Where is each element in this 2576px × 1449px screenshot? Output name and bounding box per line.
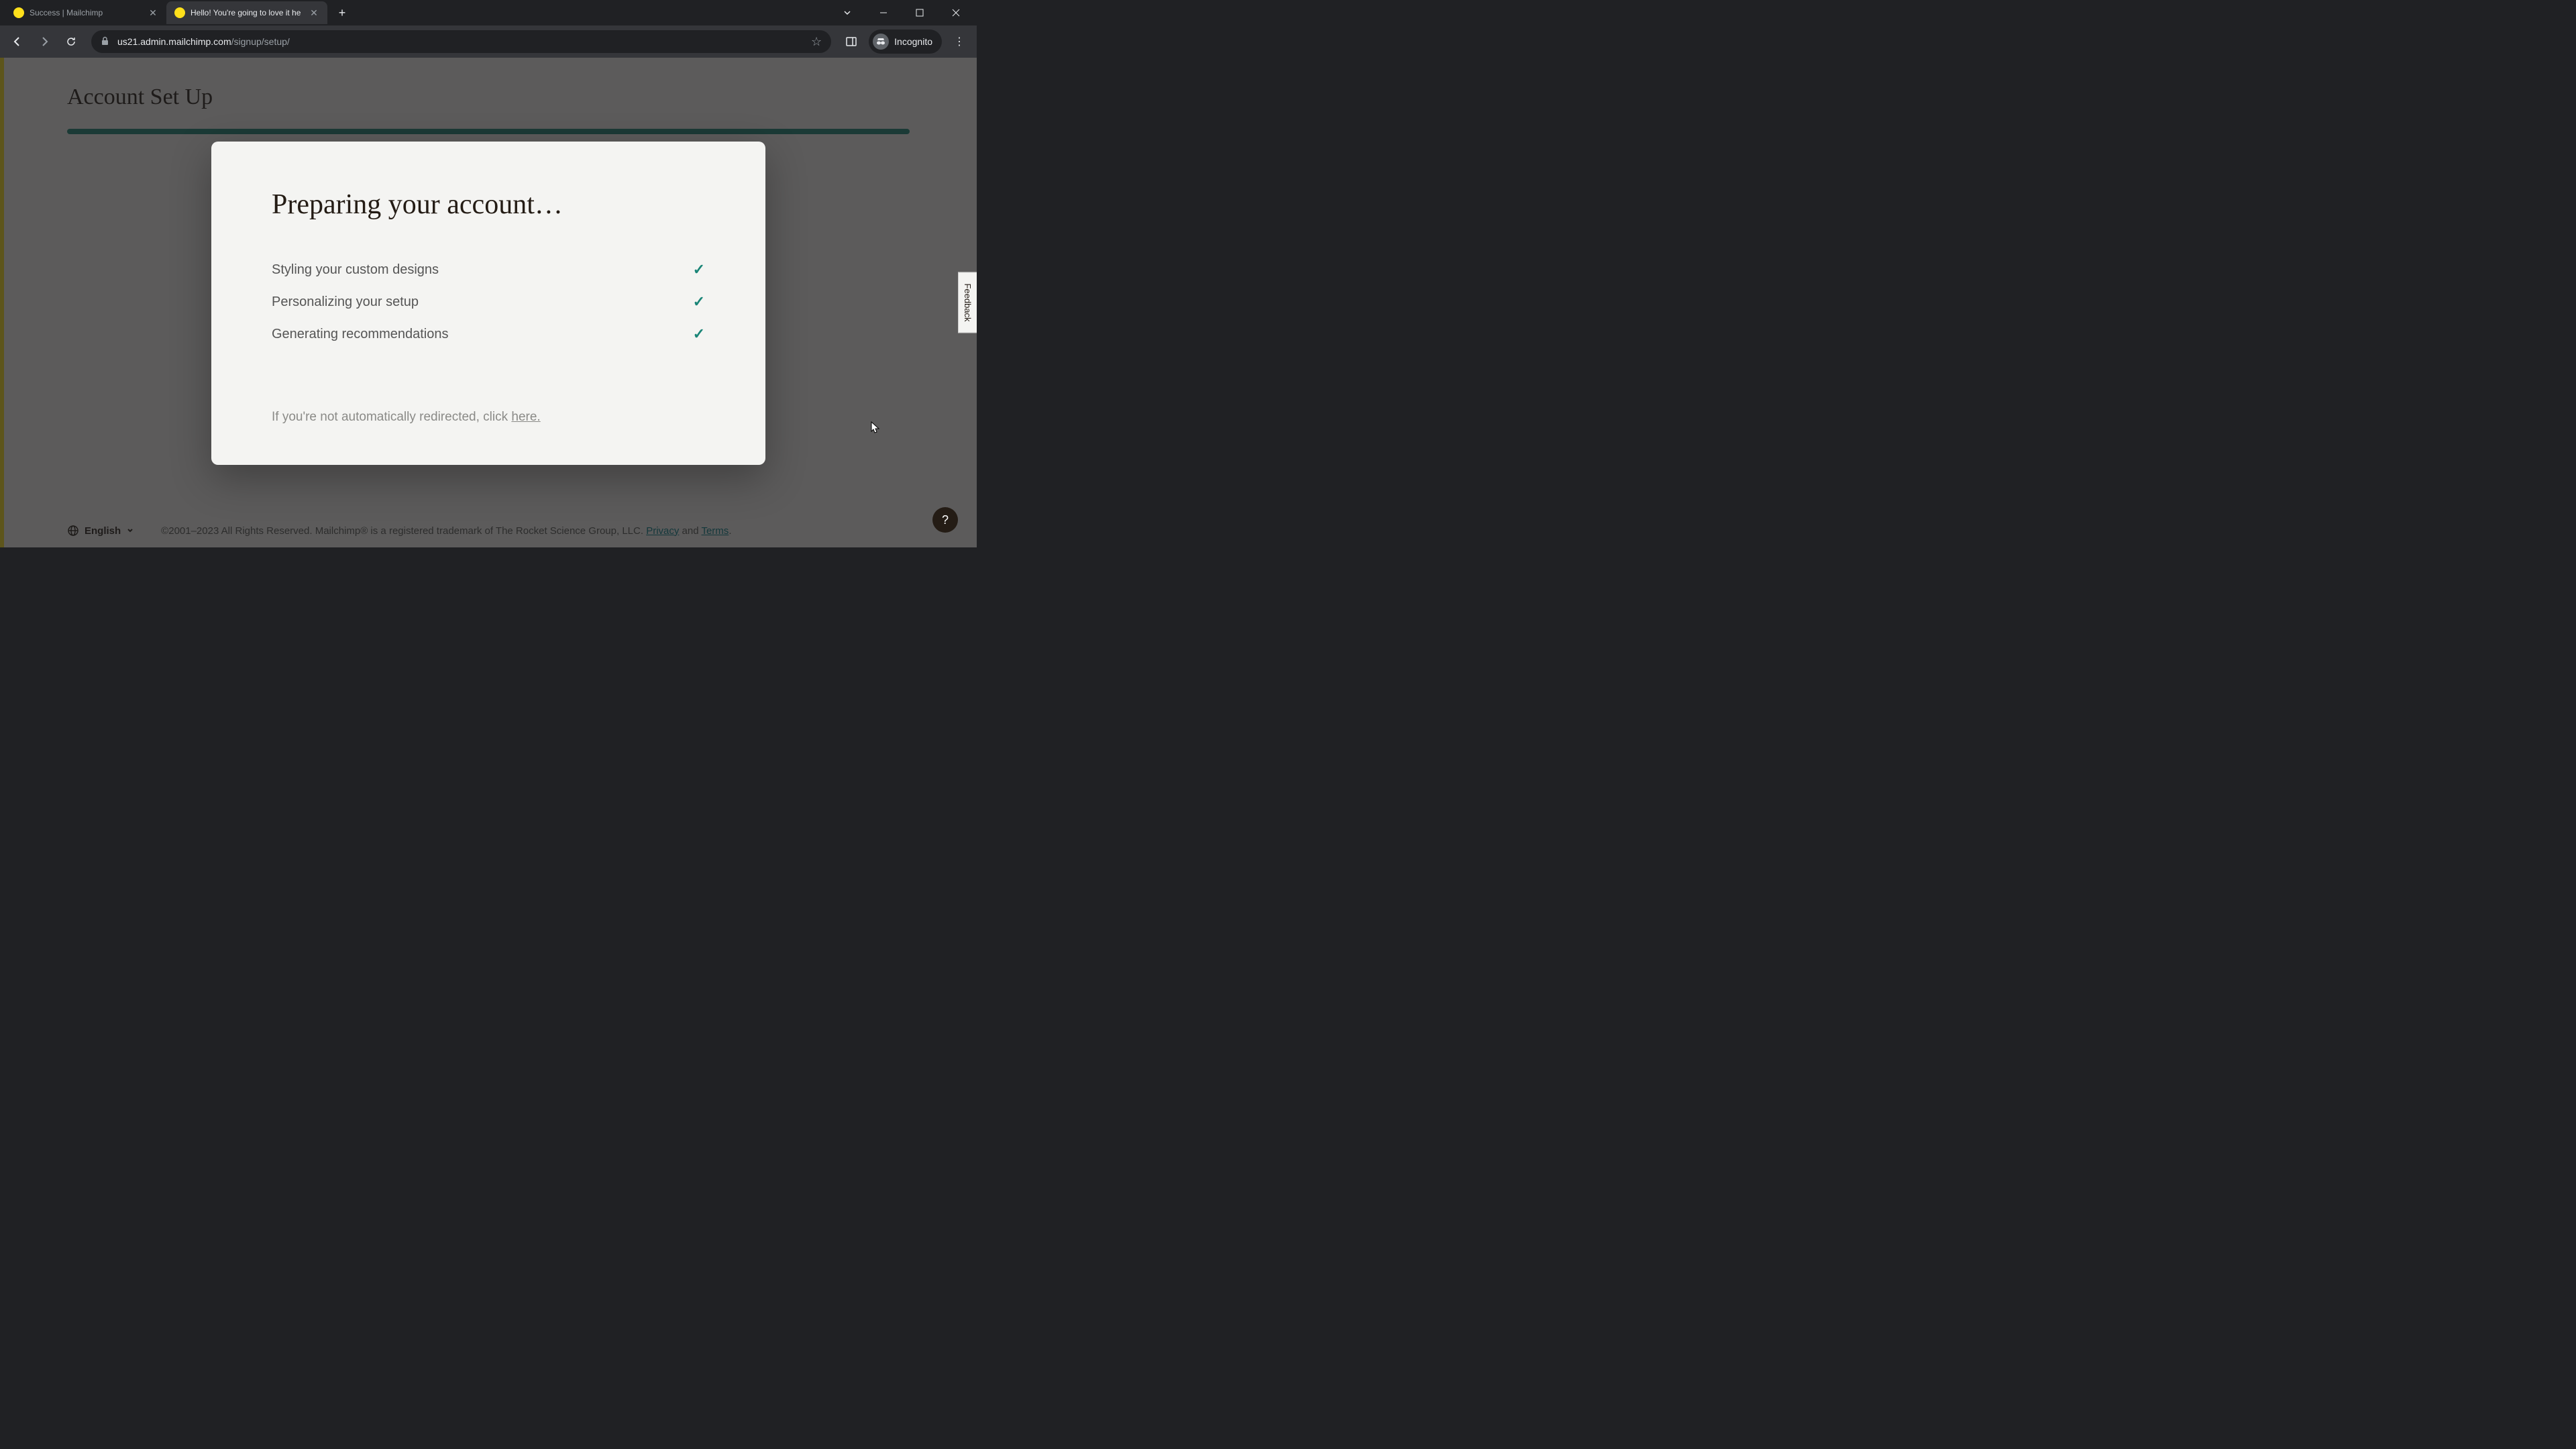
check-item: Styling your custom designs ✓	[272, 261, 705, 278]
redirect-link[interactable]: here.	[511, 410, 540, 424]
tab-bar: Success | Mailchimp ✕ Hello! You're goin…	[0, 0, 977, 25]
redirect-text: If you're not automatically redirected, …	[272, 410, 705, 425]
back-button[interactable]	[5, 30, 30, 54]
incognito-icon	[873, 34, 889, 50]
address-bar[interactable]: us21.admin.mailchimp.com/signup/setup/ ☆	[91, 30, 831, 53]
tab-title: Hello! You're going to love it he	[191, 8, 303, 17]
lock-icon	[101, 36, 109, 48]
close-icon[interactable]: ✕	[309, 7, 319, 18]
tab-title: Success | Mailchimp	[30, 8, 142, 17]
check-label: Generating recommendations	[272, 327, 448, 342]
minimize-button[interactable]	[868, 2, 899, 23]
browser-tab-1[interactable]: Success | Mailchimp ✕	[5, 1, 166, 24]
favicon-icon	[13, 7, 24, 18]
check-icon: ✓	[693, 261, 705, 278]
bookmark-icon[interactable]: ☆	[811, 35, 822, 49]
cursor-icon	[871, 421, 880, 435]
help-button[interactable]: ?	[932, 507, 958, 533]
check-item: Personalizing your setup ✓	[272, 293, 705, 311]
url-text: us21.admin.mailchimp.com/signup/setup/	[117, 36, 803, 47]
feedback-tab[interactable]: Feedback	[958, 272, 977, 333]
url-host: us21.admin.mailchimp.com	[117, 36, 231, 47]
maximize-button[interactable]	[904, 2, 935, 23]
preparing-modal: Preparing your account… Styling your cus…	[211, 142, 765, 465]
new-tab-button[interactable]: +	[333, 3, 352, 22]
forward-button[interactable]	[32, 30, 56, 54]
browser-tab-2[interactable]: Hello! You're going to love it he ✕	[166, 1, 327, 24]
check-label: Personalizing your setup	[272, 294, 419, 310]
close-window-button[interactable]	[941, 2, 971, 23]
chevron-down-icon[interactable]	[832, 2, 863, 23]
close-icon[interactable]: ✕	[148, 7, 158, 18]
check-icon: ✓	[693, 325, 705, 343]
menu-icon[interactable]: ⋮	[947, 30, 971, 54]
reload-button[interactable]	[59, 30, 83, 54]
address-bar-row: us21.admin.mailchimp.com/signup/setup/ ☆…	[0, 25, 977, 58]
page-content: Account Set Up English ©2001–2023 All Ri…	[0, 58, 977, 547]
modal-title: Preparing your account…	[272, 189, 705, 221]
incognito-label: Incognito	[894, 36, 932, 47]
url-path: /signup/setup/	[231, 36, 290, 47]
check-icon: ✓	[693, 293, 705, 311]
check-item: Generating recommendations ✓	[272, 325, 705, 343]
favicon-icon	[174, 7, 185, 18]
check-label: Styling your custom designs	[272, 262, 439, 278]
incognito-badge[interactable]: Incognito	[869, 30, 942, 54]
window-controls	[832, 2, 977, 23]
side-panel-icon[interactable]	[839, 30, 863, 54]
